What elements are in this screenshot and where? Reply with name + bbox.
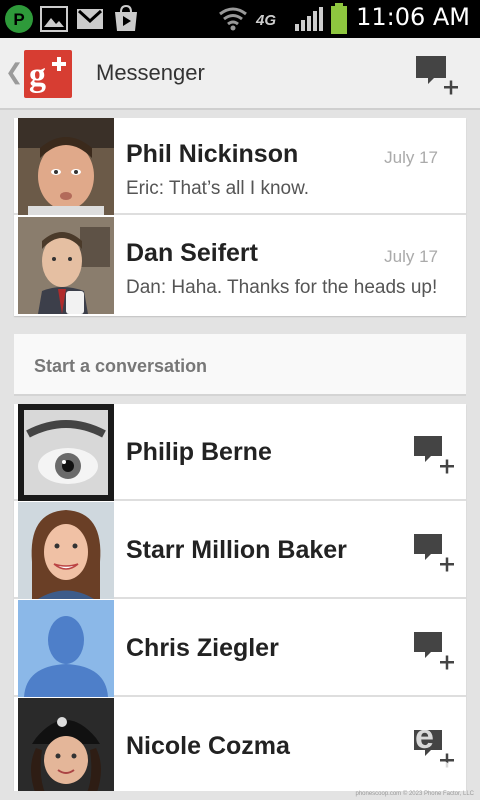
- new-message-icon[interactable]: [412, 434, 456, 476]
- clock: 11:06 AM: [356, 3, 470, 31]
- contact-row[interactable]: Philip Berne: [14, 404, 466, 501]
- avatar: [18, 600, 114, 697]
- contact-name: Starr Million Baker: [126, 536, 347, 564]
- message-snippet: Eric: That’s all I know.: [126, 178, 310, 199]
- new-conversation-button[interactable]: [412, 52, 462, 98]
- watermark-line2: scoop: [352, 750, 453, 788]
- conversation-row[interactable]: Dan Seifert July 17 Dan: Haha. Thanks fo…: [14, 217, 466, 314]
- signal-icon: [295, 7, 323, 31]
- network-4g-icon: 4G: [256, 12, 277, 29]
- contact-name: Chris Ziegler: [126, 634, 279, 662]
- google-plus-logo[interactable]: g: [24, 50, 72, 98]
- pandora-icon: P: [5, 5, 33, 33]
- avatar: [18, 217, 114, 314]
- wifi-icon: [219, 7, 247, 31]
- svg-text:g: g: [29, 57, 46, 94]
- google-plus-logo-icon: g: [29, 57, 66, 94]
- avatar: [18, 404, 114, 501]
- gallery-icon: [40, 6, 68, 32]
- start-conversation-header: Start a conversation: [14, 334, 466, 396]
- conversation-date: July 17: [384, 247, 438, 266]
- battery-icon: [331, 3, 347, 34]
- footer-site: phonescoop.com: [355, 791, 402, 797]
- new-message-icon[interactable]: [412, 630, 456, 672]
- back-chevron-icon[interactable]: ❮: [5, 60, 23, 85]
- play-store-icon: [115, 4, 137, 31]
- footer-copyright: © 2023 Phone Factor, LLC: [402, 791, 474, 797]
- svg-text:P: P: [13, 10, 24, 29]
- gmail-icon: [77, 9, 103, 29]
- footer: phonescoop.com © 2023 Phone Factor, LLC: [0, 791, 480, 800]
- avatar: [18, 698, 114, 795]
- conversations-card: Phil Nickinson July 17 Eric: That’s all …: [14, 118, 466, 316]
- avatar: [18, 502, 114, 599]
- conversation-row[interactable]: Phil Nickinson July 17 Eric: That’s all …: [14, 118, 466, 215]
- page-title: Messenger: [96, 60, 205, 85]
- conversation-date: July 17: [384, 148, 438, 167]
- new-message-icon[interactable]: [412, 532, 456, 574]
- contact-row[interactable]: Starr Million Baker: [14, 502, 466, 599]
- message-snippet: Dan: Haha. Thanks for the heads up!: [126, 277, 438, 298]
- contact-row[interactable]: Chris Ziegler: [14, 600, 466, 697]
- avatar: [18, 118, 114, 215]
- section-label: Start a conversation: [34, 356, 208, 376]
- action-bar: ❮ g Messenger: [0, 38, 480, 110]
- contact-name: Phil Nickinson: [126, 140, 299, 168]
- watermark: Phone scoop: [330, 718, 480, 788]
- status-bar: P 4G 11:06 AM: [0, 0, 480, 38]
- contact-name: Dan Seifert: [126, 239, 258, 267]
- contact-name: Philip Berne: [126, 438, 272, 466]
- contact-name: Nicole Cozma: [126, 732, 290, 760]
